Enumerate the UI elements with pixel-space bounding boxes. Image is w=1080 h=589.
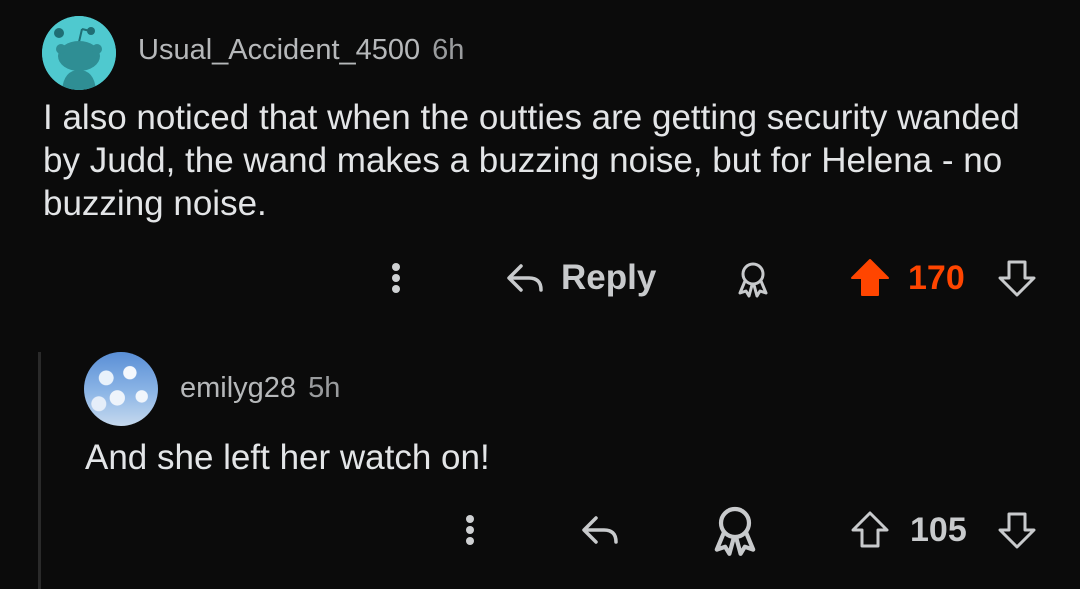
upvote-button[interactable] — [848, 256, 892, 300]
downvote-arrow-icon — [998, 260, 1036, 297]
vote-count: 170 — [908, 256, 965, 300]
award-icon — [738, 262, 768, 298]
reply-label: Reply — [561, 258, 657, 297]
comment-body: I also noticed that when the outties are… — [43, 98, 1020, 223]
reply-button[interactable] — [578, 508, 624, 552]
avatar[interactable] — [84, 352, 158, 426]
downvote-arrow-icon — [998, 512, 1036, 549]
award-button[interactable] — [706, 500, 764, 560]
more-options-button[interactable] — [462, 508, 486, 552]
timestamp: 5h — [308, 372, 341, 404]
comment-body: And she left her watch on! — [85, 438, 490, 477]
reply-arrow-icon — [507, 264, 543, 292]
username[interactable]: emilyg28 — [180, 372, 296, 405]
reply-button[interactable]: Reply — [505, 254, 656, 302]
downvote-button[interactable] — [995, 508, 1039, 552]
avatar[interactable] — [42, 16, 116, 90]
more-options-button[interactable] — [388, 256, 412, 300]
award-icon — [714, 506, 756, 556]
comment-actions: Reply 170 — [0, 248, 1080, 308]
vote-count-label: 170 — [908, 258, 965, 297]
upvote-arrow-icon — [851, 259, 889, 296]
comment: Usual_Accident_4500 6h I also noticed th… — [0, 0, 1080, 340]
more-vertical-icon — [392, 260, 408, 296]
comment-actions: 105 — [0, 500, 1080, 560]
award-button[interactable] — [730, 258, 776, 300]
comment-meta: emilyg28 5h — [180, 372, 340, 405]
comment: emilyg28 5h And she left her watch on! 1… — [0, 340, 1080, 589]
vote-count: 105 — [910, 508, 967, 552]
upvote-button[interactable] — [848, 508, 892, 552]
more-vertical-icon — [466, 512, 482, 548]
downvote-button[interactable] — [995, 256, 1039, 300]
reply-arrow-icon — [582, 516, 618, 544]
snoo-icon — [42, 16, 116, 90]
timestamp: 6h — [432, 34, 465, 66]
comment-meta: Usual_Accident_4500 6h — [138, 34, 464, 67]
upvote-arrow-icon — [851, 511, 889, 548]
vote-count-label: 105 — [910, 510, 967, 549]
username[interactable]: Usual_Accident_4500 — [138, 34, 420, 67]
